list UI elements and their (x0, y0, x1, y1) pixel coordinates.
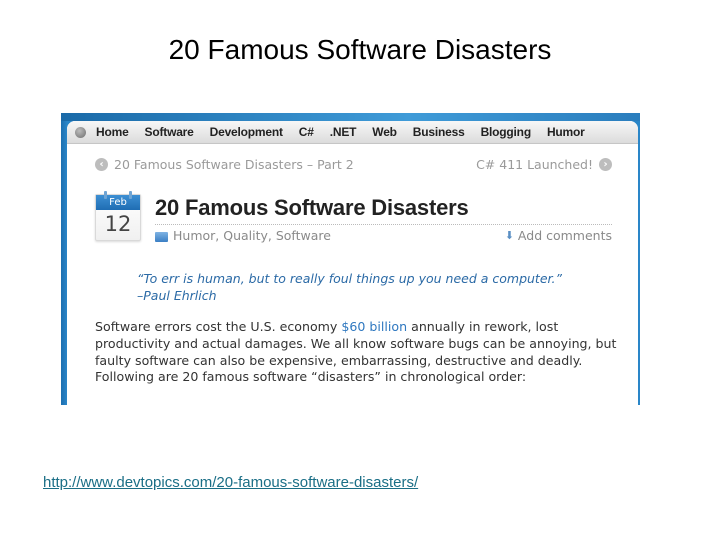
post-meta: Humor, Quality, Software ⬇ Add comments (155, 228, 612, 244)
title-divider (155, 224, 612, 225)
add-comments-label: Add comments (517, 228, 612, 243)
nav-item-software[interactable]: Software (145, 125, 194, 139)
nav-item-blogging[interactable]: Blogging (481, 125, 532, 139)
content-panel: Home Software Development C# .NET Web Bu… (67, 121, 638, 405)
next-post-label: C# 411 Launched! (476, 157, 593, 172)
folder-icon (155, 232, 168, 242)
nav-item-dotnet[interactable]: .NET (330, 125, 357, 139)
categories-links[interactable]: Humor, Quality, Software (173, 228, 331, 243)
nav-item-humor[interactable]: Humor (547, 125, 585, 139)
nav-item-csharp[interactable]: C# (299, 125, 314, 139)
site-nav-bar: Home Software Development C# .NET Web Bu… (67, 121, 638, 144)
calendar-ring-icon (129, 191, 132, 199)
previous-post-link[interactable]: ‹ 20 Famous Software Disasters – Part 2 (95, 157, 354, 172)
calendar-date-icon: Feb 12 (95, 191, 141, 241)
arrow-down-icon: ⬇ (504, 229, 514, 242)
next-post-link[interactable]: C# 411 Launched! › (476, 157, 612, 172)
date-month: Feb (96, 195, 140, 210)
post-navigation: ‹ 20 Famous Software Disasters – Part 2 … (95, 157, 612, 173)
nav-bullet-icon (75, 126, 86, 138)
screenshot-frame-top (61, 113, 640, 121)
arrow-left-circle-icon: ‹ (95, 158, 108, 171)
nav-item-web[interactable]: Web (372, 125, 397, 139)
calendar-ring-icon (104, 191, 107, 199)
sixty-billion-link[interactable]: $60 billion (341, 319, 407, 334)
post-quote: “To err is human, but to really foul thi… (137, 271, 562, 303)
add-comments-link[interactable]: ⬇ Add comments (505, 228, 612, 243)
post-body: Software errors cost the U.S. economy $6… (95, 319, 625, 386)
webpage-screenshot: Home Software Development C# .NET Web Bu… (61, 113, 640, 405)
source-url-link[interactable]: http://www.devtopics.com/20-famous-softw… (43, 474, 418, 491)
nav-item-home[interactable]: Home (96, 125, 129, 139)
arrow-right-circle-icon: › (599, 158, 612, 171)
date-day: 12 (104, 212, 132, 236)
body-text-start: Software errors cost the U.S. economy (95, 319, 342, 334)
nav-item-business[interactable]: Business (413, 125, 465, 139)
previous-post-label: 20 Famous Software Disasters – Part 2 (114, 157, 354, 172)
slide-title: 20 Famous Software Disasters (168, 34, 552, 65)
nav-item-development[interactable]: Development (210, 125, 283, 139)
post-categories: Humor, Quality, Software (155, 228, 331, 243)
post-title[interactable]: 20 Famous Software Disasters (155, 195, 469, 221)
